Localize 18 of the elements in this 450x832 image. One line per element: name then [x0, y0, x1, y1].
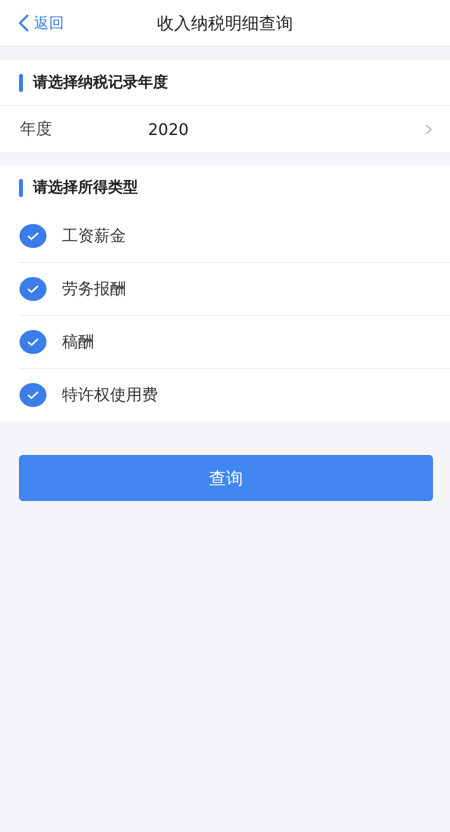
checkbox[interactable] — [19, 277, 47, 301]
back-button[interactable]: 返回 — [0, 13, 64, 33]
section-heading: 请选择所得类型 — [33, 178, 138, 197]
income-type-label: 工资薪金 — [62, 226, 126, 246]
page-title: 收入纳税明细查询 — [157, 12, 293, 34]
heading-marker-icon — [19, 74, 23, 92]
section-heading: 请选择纳税记录年度 — [33, 73, 168, 92]
income-type-label: 劳务报酬 — [62, 278, 126, 300]
checkbox[interactable] — [19, 383, 47, 407]
checkbox[interactable] — [19, 224, 47, 248]
checkbox[interactable] — [19, 330, 47, 354]
heading-marker-icon — [19, 178, 23, 196]
chevron-right-icon — [425, 124, 432, 134]
query-button[interactable]: 查询 — [19, 455, 433, 501]
income-type-label: 特许权使用费 — [62, 384, 158, 406]
back-chevron-icon — [18, 13, 30, 33]
year-selector[interactable]: 年度 2020 — [0, 106, 450, 152]
income-type-label: 稿酬 — [62, 332, 94, 352]
